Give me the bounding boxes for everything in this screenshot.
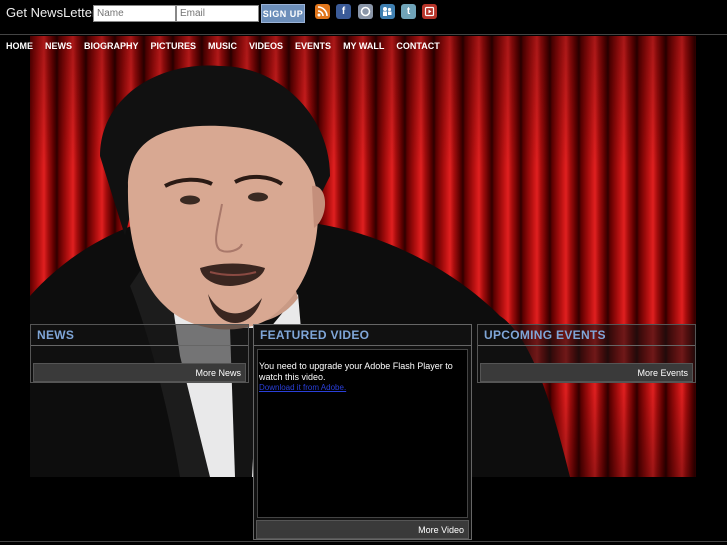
- myspace-icon[interactable]: [380, 4, 395, 19]
- nav-news[interactable]: NEWS: [39, 36, 78, 56]
- featured-video-title: FEATURED VIDEO: [260, 328, 370, 342]
- nav-music[interactable]: MUSIC: [202, 36, 243, 56]
- rss-icon[interactable]: [315, 4, 330, 19]
- main-nav: HOME NEWS BIOGRAPHY PICTURES MUSIC VIDEO…: [0, 36, 446, 56]
- upcoming-events-panel: UPCOMING EVENTS More Events: [477, 324, 696, 383]
- nav-my-wall[interactable]: MY WALL: [337, 36, 390, 56]
- youtube-icon[interactable]: [422, 4, 437, 19]
- nav-home[interactable]: HOME: [0, 36, 39, 56]
- footer-divider: [0, 541, 727, 542]
- nav-pictures[interactable]: PICTURES: [145, 36, 203, 56]
- featured-video-panel: FEATURED VIDEO You need to upgrade your …: [253, 324, 472, 540]
- divider: [478, 345, 695, 346]
- divider: [254, 345, 471, 346]
- more-news-button[interactable]: More News: [33, 363, 246, 382]
- upcoming-events-title: UPCOMING EVENTS: [484, 328, 606, 342]
- nav-contact[interactable]: CONTACT: [390, 36, 445, 56]
- nav-videos[interactable]: VIDEOS: [243, 36, 289, 56]
- news-title: NEWS: [37, 328, 75, 342]
- more-video-button[interactable]: More Video: [256, 520, 469, 539]
- signup-button[interactable]: SIGN UP: [261, 4, 305, 23]
- divider: [31, 345, 248, 346]
- facebook-icon[interactable]: f: [336, 4, 351, 19]
- twitter-icon[interactable]: t: [401, 4, 416, 19]
- flash-upgrade-message: You need to upgrade your Adobe Flash Pla…: [259, 361, 453, 382]
- top-bar: Get NewsLetters SIGN UP f t: [0, 0, 727, 35]
- newsletter-email-input[interactable]: [176, 5, 259, 22]
- nav-events[interactable]: EVENTS: [289, 36, 337, 56]
- download-flash-link[interactable]: Download it from Adobe.: [259, 383, 346, 392]
- google-icon[interactable]: [358, 4, 373, 19]
- more-events-button[interactable]: More Events: [480, 363, 693, 382]
- newsletter-label: Get NewsLetters: [6, 5, 103, 20]
- news-panel: NEWS More News: [30, 324, 249, 383]
- newsletter-name-input[interactable]: [93, 5, 176, 22]
- nav-biography[interactable]: BIOGRAPHY: [78, 36, 145, 56]
- video-player[interactable]: You need to upgrade your Adobe Flash Pla…: [257, 349, 468, 518]
